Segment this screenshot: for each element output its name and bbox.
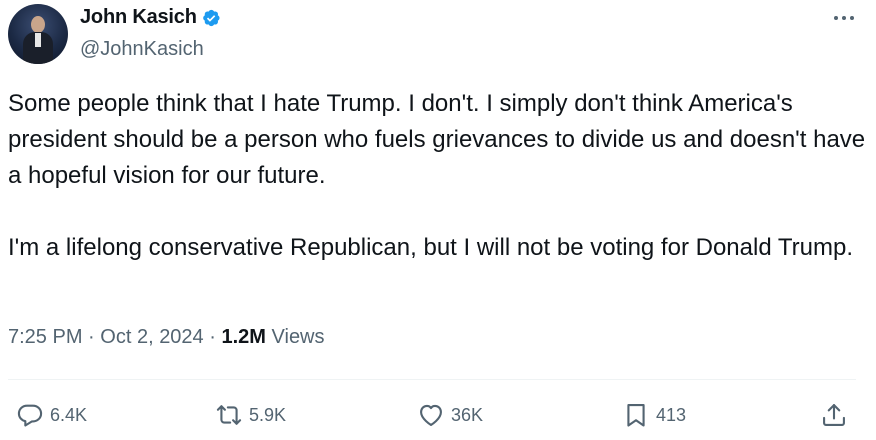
- repost-count: 5.9K: [249, 404, 287, 425]
- views-count: 1.2M: [221, 326, 266, 348]
- tweet-text: Some people think that I hate Trump. I d…: [8, 86, 868, 266]
- avatar[interactable]: [8, 4, 68, 64]
- tweet-date[interactable]: Oct 2, 2024: [100, 326, 203, 348]
- repost-button[interactable]: 5.9K: [215, 398, 286, 432]
- views-label: Views: [271, 326, 325, 348]
- heart-icon: [420, 404, 442, 426]
- share-button[interactable]: [820, 398, 848, 432]
- repost-icon: [216, 405, 242, 425]
- reply-icon: [17, 404, 43, 427]
- tweet-time[interactable]: 7:25 PM: [8, 326, 82, 348]
- verified-badge-icon: [202, 9, 220, 26]
- tweet-paragraph: Some people think that I hate Trump. I d…: [8, 90, 866, 189]
- tweet-meta: 7:25 PM · Oct 2, 2024 · 1.2M Views: [8, 326, 325, 349]
- bookmark-count: 413: [656, 404, 687, 425]
- bookmark-icon: [627, 404, 645, 427]
- separator: ·: [88, 326, 95, 348]
- share-icon: [823, 404, 845, 426]
- tweet-paragraph: I'm a lifelong conservative Republican, …: [8, 234, 854, 261]
- display-name[interactable]: John Kasich: [80, 6, 197, 29]
- like-count: 36K: [451, 404, 484, 425]
- like-button[interactable]: 36K: [417, 398, 483, 432]
- more-horizontal-icon: [834, 16, 854, 20]
- more-options-button[interactable]: [832, 8, 856, 28]
- divider: [8, 379, 856, 380]
- reply-button[interactable]: 6.4K: [16, 398, 87, 432]
- reply-count: 6.4K: [50, 404, 88, 425]
- handle[interactable]: @JohnKasich: [80, 38, 204, 61]
- separator: ·: [209, 326, 216, 348]
- bookmark-button[interactable]: 413: [622, 398, 686, 432]
